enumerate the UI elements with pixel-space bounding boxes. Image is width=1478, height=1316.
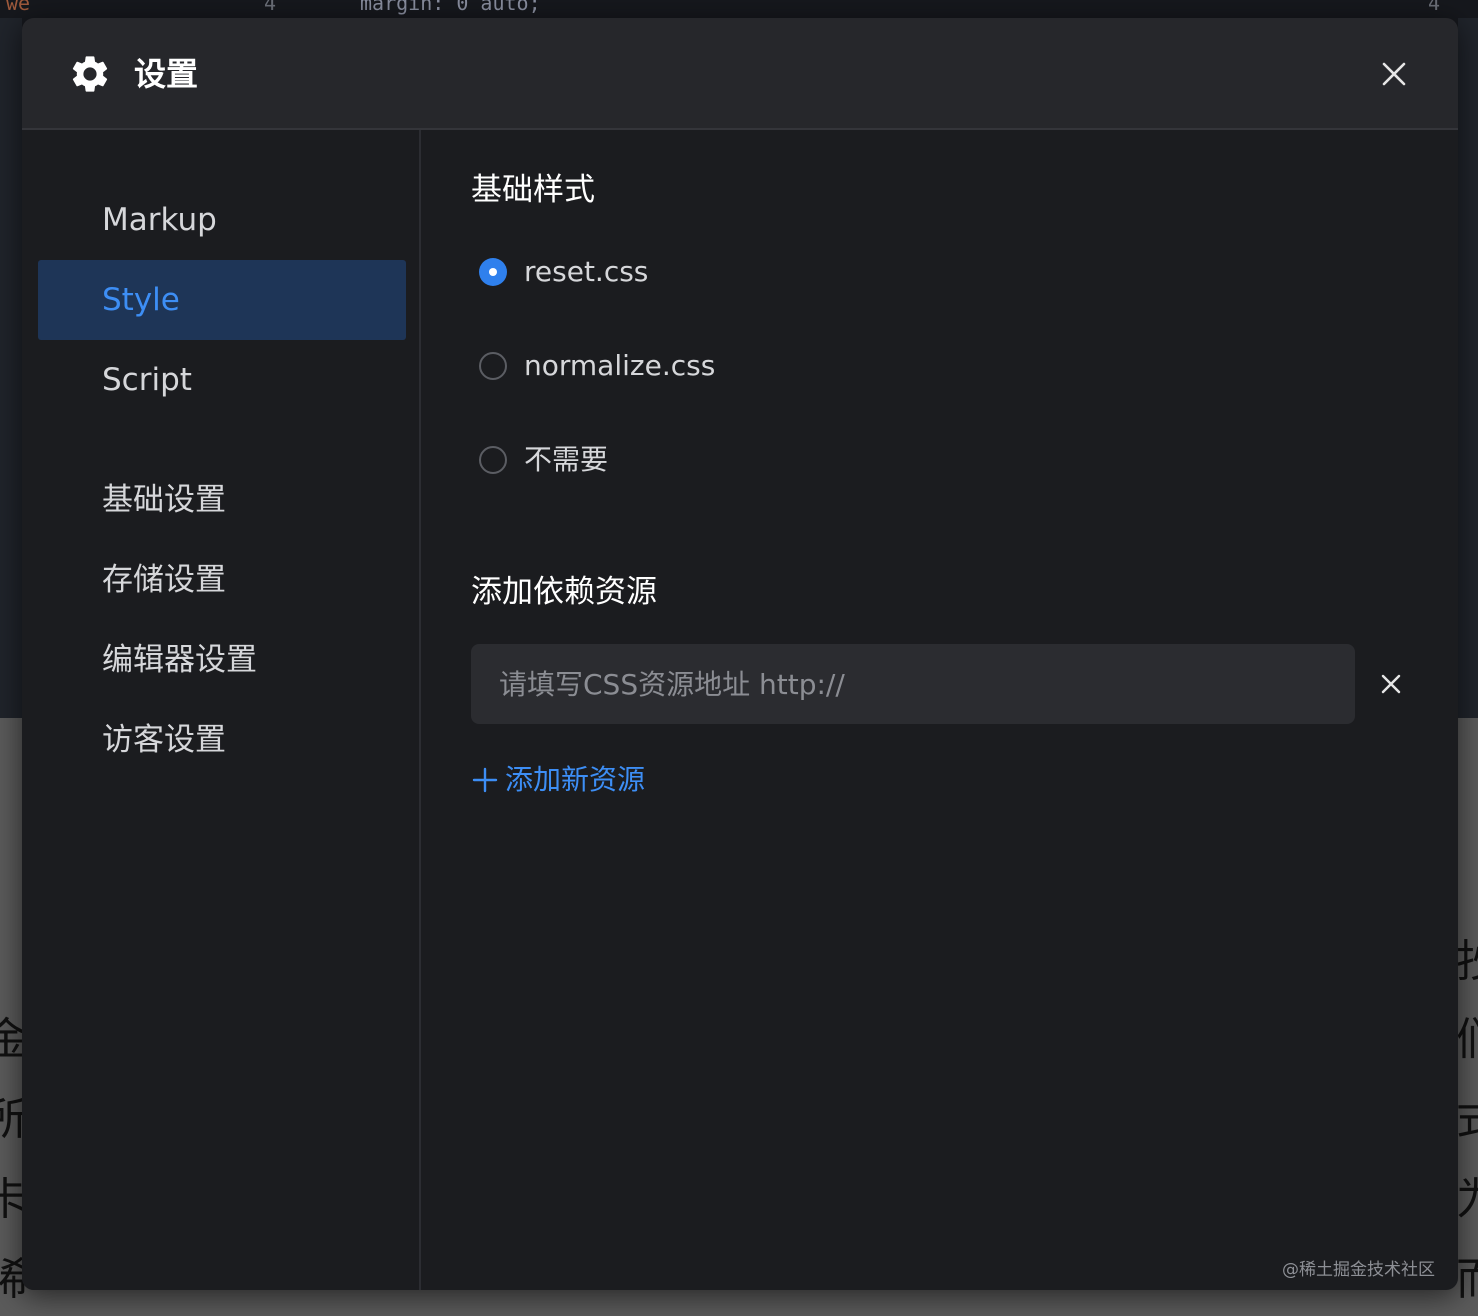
remove-resource-close-icon[interactable] bbox=[1377, 670, 1405, 698]
sidebar-item-style[interactable]: Style bbox=[38, 260, 406, 340]
gear-icon bbox=[72, 56, 108, 92]
background-code-line: we 4 margin: 0 auto; 4 bbox=[0, 0, 1478, 18]
sidebar-item-editor-settings[interactable]: 编辑器设置 bbox=[38, 620, 406, 700]
sidebar-item-markup[interactable]: Markup bbox=[38, 180, 406, 260]
css-resource-url-input[interactable] bbox=[471, 644, 1355, 724]
sidebar-item-visitor-settings[interactable]: 访客设置 bbox=[38, 700, 406, 780]
settings-modal: 设置 Markup Style Script 基础设置 存储设置 编辑器设置 访… bbox=[22, 18, 1458, 1290]
sidebar-item-script[interactable]: Script bbox=[38, 340, 406, 420]
radio-label: reset.css bbox=[524, 255, 649, 288]
background-text-fragment: 式, bbox=[1456, 1098, 1478, 1142]
background-right-rail bbox=[1458, 18, 1478, 718]
modal-title: 设置 bbox=[134, 55, 199, 93]
watermark: @稀土掘金技术社区 bbox=[1282, 1260, 1435, 1280]
background-text-fragment: 们 bbox=[1456, 1018, 1478, 1062]
dependencies-title: 添加依赖资源 bbox=[471, 574, 657, 610]
add-resource-label: 添加新资源 bbox=[505, 763, 646, 796]
settings-content: 基础样式 reset.css normalize.css 不需要 添加依赖资源 … bbox=[423, 130, 1458, 1290]
radio-checked-icon[interactable] bbox=[479, 258, 507, 286]
background-line-number: 4 bbox=[264, 0, 277, 15]
radio-label: 不需要 bbox=[524, 443, 609, 476]
background-text-fragment: 而 bbox=[1456, 1258, 1478, 1302]
settings-sidebar: Markup Style Script 基础设置 存储设置 编辑器设置 访客设置 bbox=[22, 130, 421, 1290]
background-text-fragment: 抄 bbox=[1456, 940, 1478, 984]
background-text-fragment: 为 bbox=[1456, 1178, 1478, 1222]
close-icon[interactable] bbox=[1374, 54, 1414, 94]
radio-label: normalize.css bbox=[524, 349, 716, 382]
background-left-rail bbox=[0, 18, 22, 718]
background-code-fragment: we bbox=[6, 0, 31, 15]
modal-header: 设置 bbox=[22, 18, 1458, 130]
sidebar-item-basic-settings[interactable]: 基础设置 bbox=[38, 460, 406, 540]
base-style-title: 基础样式 bbox=[471, 172, 595, 208]
radio-unchecked-icon[interactable] bbox=[479, 446, 507, 474]
plus-icon bbox=[472, 767, 498, 793]
sidebar-item-storage-settings[interactable]: 存储设置 bbox=[38, 540, 406, 620]
radio-unchecked-icon[interactable] bbox=[479, 352, 507, 380]
background-code-text: margin: 0 auto; bbox=[360, 0, 541, 15]
background-line-number-right: 4 bbox=[1428, 0, 1441, 15]
